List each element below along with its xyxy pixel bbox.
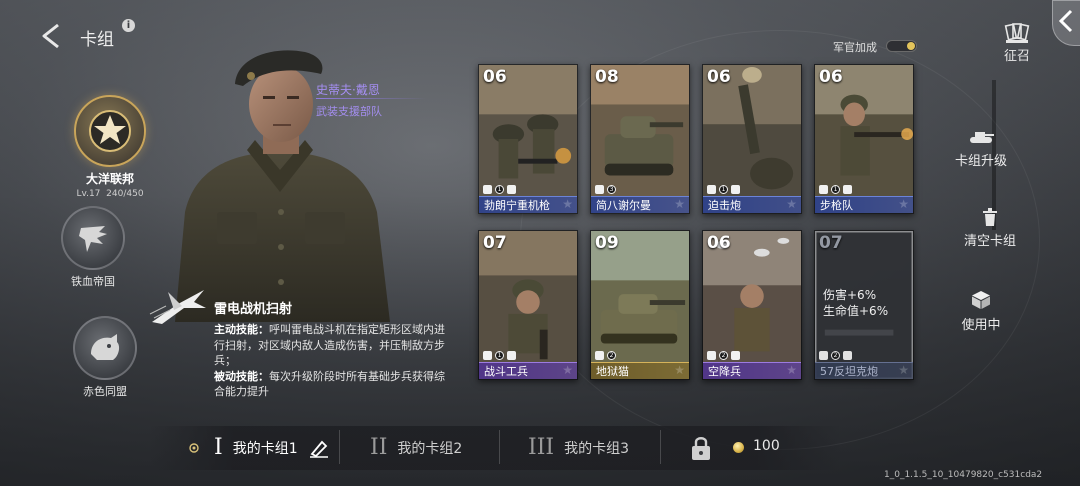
card-cost: 09 bbox=[595, 233, 619, 253]
faction-red-alliance[interactable]: 赤色同盟 bbox=[72, 316, 138, 399]
star-icon: ★ bbox=[786, 197, 797, 211]
recruit-button[interactable]: 征召 bbox=[996, 22, 1038, 64]
star-icon: ★ bbox=[562, 363, 573, 377]
active-skill-label: 主动技能： bbox=[214, 323, 269, 336]
deck-tab-2[interactable]: II 我的卡组2 bbox=[370, 435, 462, 460]
card-stats: 1 bbox=[483, 350, 516, 360]
deck-name: 我的卡组1 bbox=[232, 440, 298, 457]
version-string: 1_0_1.1.5_10_10479820_c531cda2 bbox=[884, 470, 1043, 480]
in-use-button[interactable]: 使用中 bbox=[956, 290, 1006, 333]
faction-name: 赤色同盟 bbox=[83, 385, 127, 398]
unit-card[interactable]: 08 3 简八谢尔曼 ★ bbox=[590, 64, 690, 214]
health-buff: 生命值+6% bbox=[823, 304, 889, 318]
side-menu-toggle[interactable] bbox=[1052, 0, 1080, 46]
deck-numeral: I bbox=[214, 435, 223, 460]
unit-card[interactable]: 09 2 地狱猫 ★ bbox=[590, 230, 690, 380]
commander-divider bbox=[316, 98, 426, 99]
faction-level: Lv.17 240/450 bbox=[76, 189, 144, 199]
card-stats: 2 bbox=[595, 350, 616, 360]
commander-unit: 武装支援部队 bbox=[316, 105, 382, 118]
passive-skill-label: 被动技能： bbox=[214, 369, 269, 383]
damage-buff: 伤害+6% bbox=[823, 288, 877, 302]
card-stats: 2 bbox=[819, 350, 852, 360]
unit-card[interactable]: 06 1 迫击炮 ★ bbox=[702, 64, 802, 214]
star-icon: ★ bbox=[674, 363, 685, 377]
deck-separator bbox=[660, 430, 661, 464]
star-icon: ★ bbox=[898, 197, 909, 211]
faction-ocean-federation[interactable]: 大洋联邦 Lv.17 240/450 bbox=[70, 95, 150, 199]
card-cost: 08 bbox=[595, 67, 619, 87]
lock-icon[interactable] bbox=[690, 435, 712, 461]
deck-upgrade-button[interactable]: 卡组升级 bbox=[948, 130, 1014, 169]
deck-name: 我的卡组3 bbox=[564, 440, 629, 457]
skill-description: 主动技能：呼叫雷电战斗机在指定矩形区域内进行扫射，对区域内敌人造成伤害，并压制敌… bbox=[214, 322, 446, 400]
deck-upgrade-label: 卡组升级 bbox=[954, 154, 1007, 169]
trash-icon bbox=[983, 208, 997, 226]
faction-name: 铁血帝国 bbox=[71, 275, 115, 288]
toggle-knob bbox=[907, 42, 915, 50]
unit-card[interactable]: 06 1 步枪队 ★ bbox=[814, 64, 914, 214]
card-stats: 1 bbox=[483, 184, 516, 194]
card-stats: 1 bbox=[819, 184, 852, 194]
deck-numeral: II bbox=[370, 435, 388, 460]
card-stats: 2 bbox=[707, 350, 740, 360]
faction-iron-empire[interactable]: 铁血帝国 bbox=[60, 206, 126, 289]
eagle-emblem-icon bbox=[61, 206, 125, 270]
bear-emblem-icon bbox=[73, 316, 137, 380]
card-cost: 06 bbox=[707, 233, 731, 253]
card-buffs: 伤害+6% 生命值+6% bbox=[823, 287, 888, 319]
officer-bonus-toggle[interactable] bbox=[886, 40, 917, 52]
star-icon: ★ bbox=[786, 363, 797, 377]
in-use-label: 使用中 bbox=[961, 318, 1001, 333]
card-cost: 07 bbox=[819, 233, 843, 253]
card-cost: 07 bbox=[483, 233, 507, 253]
card-cost: 06 bbox=[819, 67, 843, 87]
star-icon: ★ bbox=[562, 197, 573, 211]
star-icon: ★ bbox=[674, 197, 685, 211]
chevron-left-icon bbox=[1058, 9, 1073, 33]
deck-separator bbox=[499, 430, 500, 464]
card-cost: 06 bbox=[707, 67, 731, 87]
deck-separator bbox=[339, 430, 340, 464]
edit-pen-icon[interactable] bbox=[308, 438, 330, 458]
card-cost: 06 bbox=[483, 67, 507, 87]
page-title: 卡组 bbox=[80, 30, 114, 50]
info-icon[interactable]: i bbox=[122, 19, 135, 32]
deck-tab-3[interactable]: III 我的卡组3 bbox=[528, 435, 629, 460]
cube-icon bbox=[972, 291, 990, 309]
coin-amount: 100 bbox=[753, 438, 780, 454]
card-stats: 1 bbox=[707, 184, 740, 194]
deck-screen: 卡组 i 大洋联邦 Lv.17 240/450 铁血帝国 赤色同盟 史蒂夫·戴恩… bbox=[0, 0, 1080, 486]
clear-deck-button[interactable]: 清空卡组 bbox=[956, 208, 1024, 249]
star-icon: ★ bbox=[898, 363, 909, 377]
deck-numeral: III bbox=[528, 435, 555, 460]
coin-icon bbox=[733, 442, 744, 453]
unit-card[interactable]: 06 1 勃朗宁重机枪 ★ bbox=[478, 64, 578, 214]
unit-card[interactable]: 07 1 战斗工兵 ★ bbox=[478, 230, 578, 380]
officer-bonus-label: 军官加成 bbox=[833, 41, 877, 54]
chevron-left-icon bbox=[42, 23, 59, 49]
commander-name: 史蒂夫·戴恩 bbox=[316, 83, 380, 97]
card-stats: 3 bbox=[595, 184, 616, 194]
tank-icon bbox=[970, 132, 994, 143]
cards-icon bbox=[1004, 23, 1030, 43]
back-button[interactable] bbox=[38, 22, 66, 50]
unit-card[interactable]: 06 2 空降兵 ★ bbox=[702, 230, 802, 380]
faction-name: 大洋联邦 bbox=[85, 172, 134, 186]
deck-tab-1[interactable]: I 我的卡组1 bbox=[214, 435, 330, 460]
skill-title: 雷电战机扫射 bbox=[214, 302, 293, 317]
deck-name: 我的卡组2 bbox=[397, 440, 463, 457]
selected-marker-icon bbox=[189, 443, 199, 453]
unit-card[interactable]: 07 伤害+6% 生命值+6% 2 57反坦克炮 ★ bbox=[814, 230, 914, 380]
star-emblem-icon bbox=[74, 95, 146, 167]
fighter-plane-icon bbox=[148, 284, 208, 328]
recruit-label: 征召 bbox=[1003, 49, 1030, 64]
clear-deck-label: 清空卡组 bbox=[963, 234, 1016, 249]
